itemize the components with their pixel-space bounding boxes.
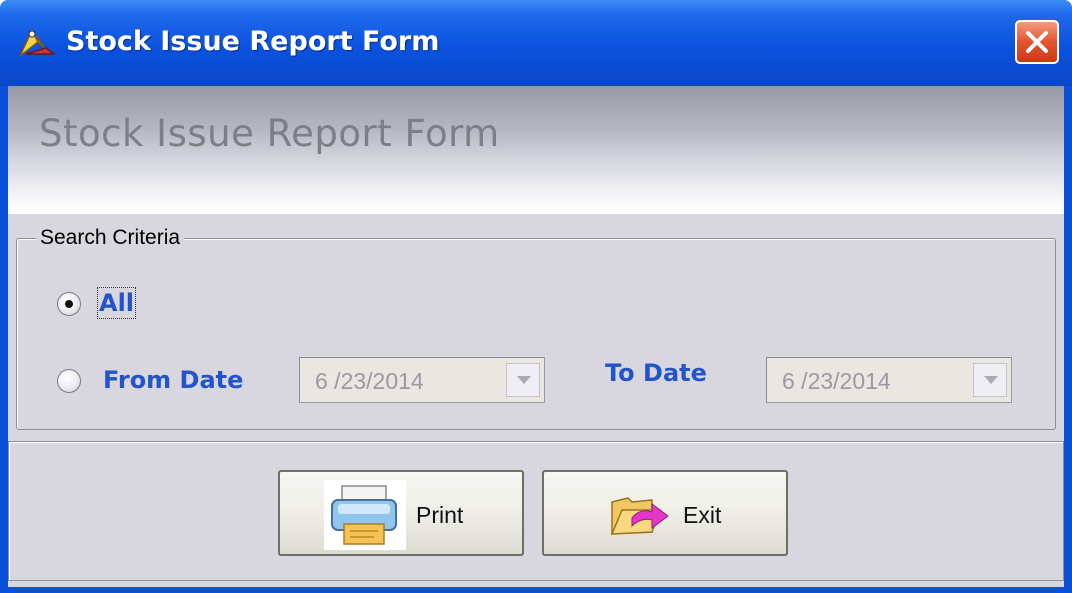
from-date-picker[interactable]: 6 /23/2014 (299, 357, 545, 403)
header-banner: Stock Issue Report Form (8, 86, 1064, 214)
page-title: Stock Issue Report Form (39, 112, 500, 155)
dialog-window: Stock Issue Report Form Stock Issue Repo… (0, 0, 1072, 593)
to-date-dropdown-button[interactable] (973, 363, 1007, 397)
print-button[interactable]: Print (278, 470, 524, 556)
radio-selected-dot (65, 300, 73, 308)
to-date-picker[interactable]: 6 /23/2014 (766, 357, 1012, 403)
radio-from-date[interactable] (57, 369, 81, 393)
print-button-label: Print (416, 502, 464, 528)
app-icon (16, 24, 58, 60)
form-client-area: Stock Issue Report Form Search Criteria … (8, 86, 1064, 587)
search-criteria-label: Search Criteria (36, 226, 185, 250)
close-button[interactable] (1015, 20, 1059, 64)
exit-button-label: Exit (683, 502, 722, 528)
button-panel (8, 441, 1064, 581)
from-date-dropdown-button[interactable] (506, 363, 540, 397)
title-bar[interactable]: Stock Issue Report Form (0, 0, 1072, 86)
radio-from-date-label[interactable]: From Date (103, 366, 243, 394)
window-title: Stock Issue Report Form (66, 26, 440, 57)
from-date-value: 6 /23/2014 (315, 368, 424, 394)
radio-all-label[interactable]: All (96, 287, 137, 319)
radio-all[interactable] (57, 292, 81, 316)
to-date-label: To Date (605, 359, 707, 387)
chevron-down-icon (984, 376, 998, 384)
exit-button[interactable]: Exit (542, 470, 788, 556)
chevron-down-icon (517, 376, 531, 384)
close-icon (1026, 31, 1048, 53)
exit-folder-icon (608, 488, 670, 543)
to-date-value: 6 /23/2014 (782, 368, 891, 394)
printer-icon (324, 480, 406, 555)
